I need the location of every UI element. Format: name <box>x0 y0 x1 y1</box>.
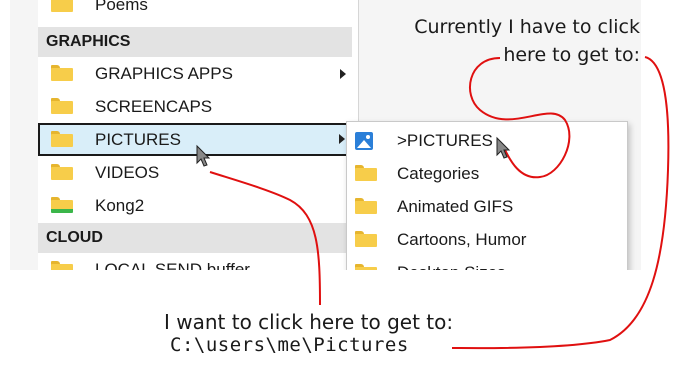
annotation-desired: I want to click here to get to: <box>164 310 454 334</box>
submenu-arrow-icon <box>339 134 345 144</box>
submenu-item-categories[interactable]: Categories <box>347 157 627 190</box>
submenu-arrow-icon <box>340 69 346 79</box>
menu-item-label: LOCAL SEND buffer <box>95 260 250 270</box>
menu-item-label: SCREENCAPS <box>95 97 213 116</box>
folder-icon <box>355 264 377 270</box>
menu-item-poems[interactable]: Poems <box>38 0 352 21</box>
submenu-item-label: Animated GIFS <box>397 197 514 216</box>
submenu-item-pictures-root[interactable]: >PICTURES <box>347 124 627 157</box>
annotation-target-path: C:\users\me\Pictures <box>170 334 409 356</box>
folder-icon <box>51 164 73 180</box>
folder-icon <box>51 98 73 114</box>
menu-item-label: Poems <box>95 0 148 14</box>
menu-item-kong2[interactable]: Kong2 <box>38 189 352 222</box>
context-menu: Poems GRAPHICS GRAPHICS APPS SCREENCAPS … <box>38 0 359 270</box>
pictures-submenu: >PICTURES Categories Animated GIFS Carto… <box>346 121 628 270</box>
folder-icon <box>355 231 377 247</box>
menu-item-label: Kong2 <box>95 196 145 215</box>
menu-item-screencaps[interactable]: SCREENCAPS <box>38 90 352 123</box>
submenu-item-desktop-sizes[interactable]: Desktop Sizes <box>347 256 627 270</box>
menu-item-videos[interactable]: VIDEOS <box>38 156 352 189</box>
annotation-current: Currently I have to click here to get to… <box>390 13 640 69</box>
submenu-item-animated-gifs[interactable]: Animated GIFS <box>347 190 627 223</box>
menu-item-label: VIDEOS <box>95 163 160 182</box>
folder-green-icon <box>51 197 73 213</box>
menu-item-pictures[interactable]: PICTURES <box>38 123 352 156</box>
submenu-item-label: >PICTURES <box>397 131 493 150</box>
menu-item-label: GRAPHICS APPS <box>95 64 233 83</box>
folder-icon <box>51 0 73 12</box>
submenu-item-label: Desktop Sizes <box>397 256 506 270</box>
submenu-item-label: Cartoons, Humor <box>397 230 527 249</box>
folder-icon <box>51 261 73 270</box>
menu-item-local-send-buffer[interactable]: LOCAL SEND buffer <box>38 253 352 270</box>
submenu-item-label: Categories <box>397 164 480 183</box>
annotation-current-line1: Currently I have to click <box>414 16 640 38</box>
picture-icon <box>355 132 373 150</box>
section-header-graphics: GRAPHICS <box>38 27 352 57</box>
section-header-cloud: CLOUD <box>38 223 352 253</box>
folder-icon <box>51 131 73 147</box>
menu-item-label: PICTURES <box>95 130 181 149</box>
menu-item-graphics-apps[interactable]: GRAPHICS APPS <box>38 57 352 90</box>
folder-icon <box>51 65 73 81</box>
annotation-current-line2: here to get to: <box>503 44 640 66</box>
submenu-item-cartoons-humor[interactable]: Cartoons, Humor <box>347 223 627 256</box>
folder-icon <box>355 165 377 181</box>
folder-icon <box>355 198 377 214</box>
